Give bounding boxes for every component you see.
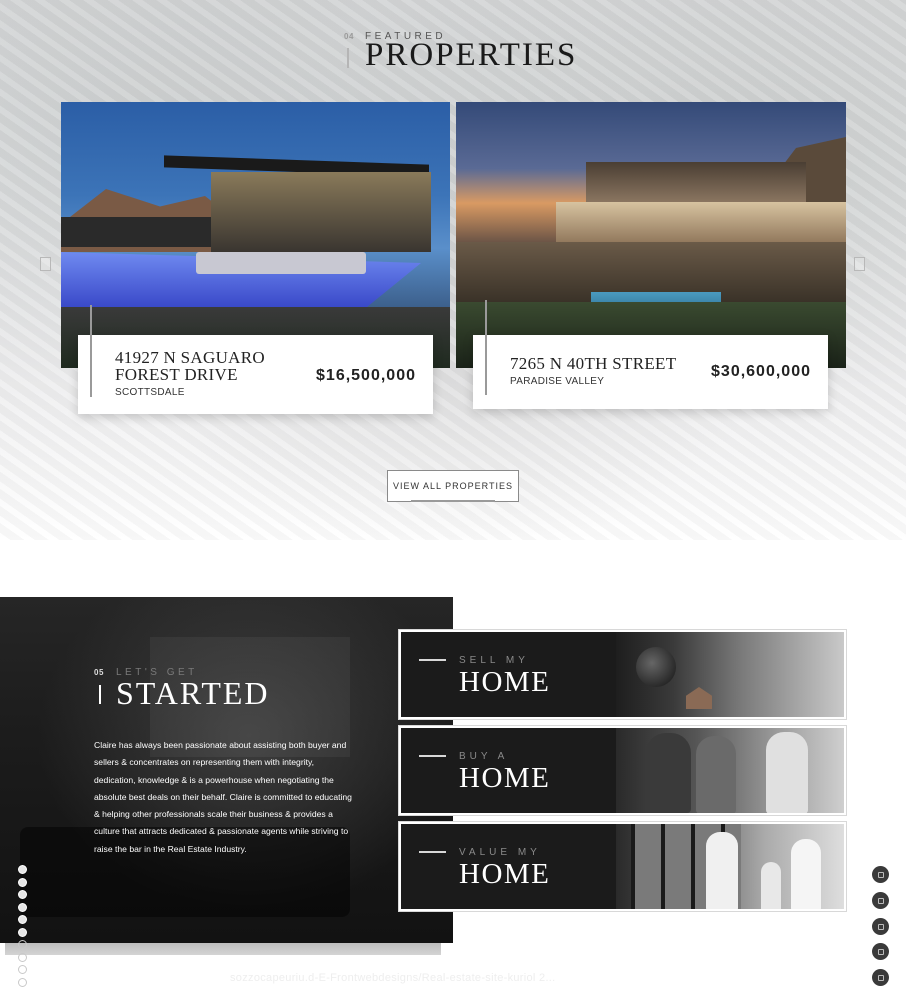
property-photo-2[interactable] [456, 102, 846, 368]
button-underline [411, 500, 495, 502]
doorknob-photo [616, 632, 844, 717]
nav-dot[interactable] [18, 890, 27, 899]
tile-eyebrow: VALUE MY [459, 847, 541, 858]
person-silhouette [791, 839, 821, 909]
section-number: 05 [94, 668, 104, 677]
person-silhouette [646, 733, 691, 813]
tile-eyebrow: BUY A [459, 751, 509, 762]
card-accent-line [485, 300, 487, 395]
nav-dot[interactable] [18, 902, 27, 912]
property-price: $30,600,000 [711, 363, 811, 380]
view-all-properties-button[interactable]: VIEW ALL PROPERTIES [387, 470, 519, 502]
property-price: $16,500,000 [316, 367, 416, 384]
property-address-line1: 7265 N 40TH STREET [510, 354, 677, 373]
tile-eyebrow: SELL MY [459, 655, 529, 666]
tile-title: HOME [459, 666, 551, 698]
nav-dot[interactable] [18, 877, 27, 887]
person-silhouette [761, 862, 781, 909]
panel-shadow [5, 943, 441, 955]
person-silhouette [706, 832, 738, 909]
property-city: SCOTTSDALE [115, 387, 185, 398]
lounge-furniture [196, 252, 366, 274]
section-number: 04 [344, 32, 354, 41]
property-card-2[interactable]: 7265 N 40TH STREET PARADISE VALLEY $30,6… [473, 300, 828, 409]
house-lower-level [556, 202, 846, 247]
tile-dash [419, 659, 446, 661]
person-silhouette [696, 736, 736, 813]
doorknob-shape [636, 647, 676, 687]
section-nav-dots [18, 865, 27, 990]
carousel-next-arrow[interactable] [854, 257, 865, 271]
card-accent-line [90, 305, 92, 397]
family-photo [616, 824, 844, 909]
property-photo-1[interactable] [61, 102, 450, 368]
side-action-icon[interactable] [872, 918, 889, 935]
side-action-icon[interactable] [872, 969, 889, 986]
section-title: PROPERTIES [365, 37, 578, 73]
nav-dot[interactable] [18, 977, 27, 987]
nav-dot[interactable] [18, 940, 27, 949]
nav-dot[interactable] [18, 952, 27, 962]
tile-title: HOME [459, 858, 551, 890]
tile-dash [419, 851, 446, 853]
couple-with-agent-photo [616, 728, 844, 813]
buy-a-home-tile[interactable]: BUY A HOME [399, 726, 846, 815]
nav-dot[interactable] [18, 915, 27, 924]
nav-dot[interactable] [18, 865, 27, 874]
person-silhouette [766, 732, 808, 813]
house-wing [61, 217, 211, 247]
property-address-line2: FOREST DRIVE [115, 365, 238, 384]
side-action-icon[interactable] [872, 866, 889, 883]
faint-url-text: sozzocapeuriu.d-E-Frontwebdesigns/Real-e… [230, 972, 556, 984]
nav-dot[interactable] [18, 927, 27, 937]
title-accent-bar [99, 685, 101, 704]
house-upper-level [586, 162, 806, 202]
property-address-line1: 41927 N SAGUARO [115, 348, 265, 367]
sell-my-home-tile[interactable]: SELL MY HOME [399, 630, 846, 719]
tile-dash [419, 755, 446, 757]
section-title: STARTED [116, 675, 270, 711]
key-house-charm [686, 687, 712, 709]
value-my-home-tile[interactable]: VALUE MY HOME [399, 822, 846, 911]
tile-title: HOME [459, 762, 551, 794]
property-city: PARADISE VALLEY [510, 376, 605, 387]
started-body-text: Claire has always been passionate about … [94, 740, 352, 854]
carousel-prev-arrow[interactable] [40, 257, 51, 271]
side-action-icon[interactable] [872, 943, 889, 960]
title-accent-bar [347, 48, 349, 68]
house-body [211, 172, 431, 252]
nav-dot[interactable] [18, 965, 27, 974]
property-card-1[interactable]: 41927 N SAGUARO FOREST DRIVE SCOTTSDALE … [78, 305, 433, 414]
side-action-icon[interactable] [872, 892, 889, 909]
